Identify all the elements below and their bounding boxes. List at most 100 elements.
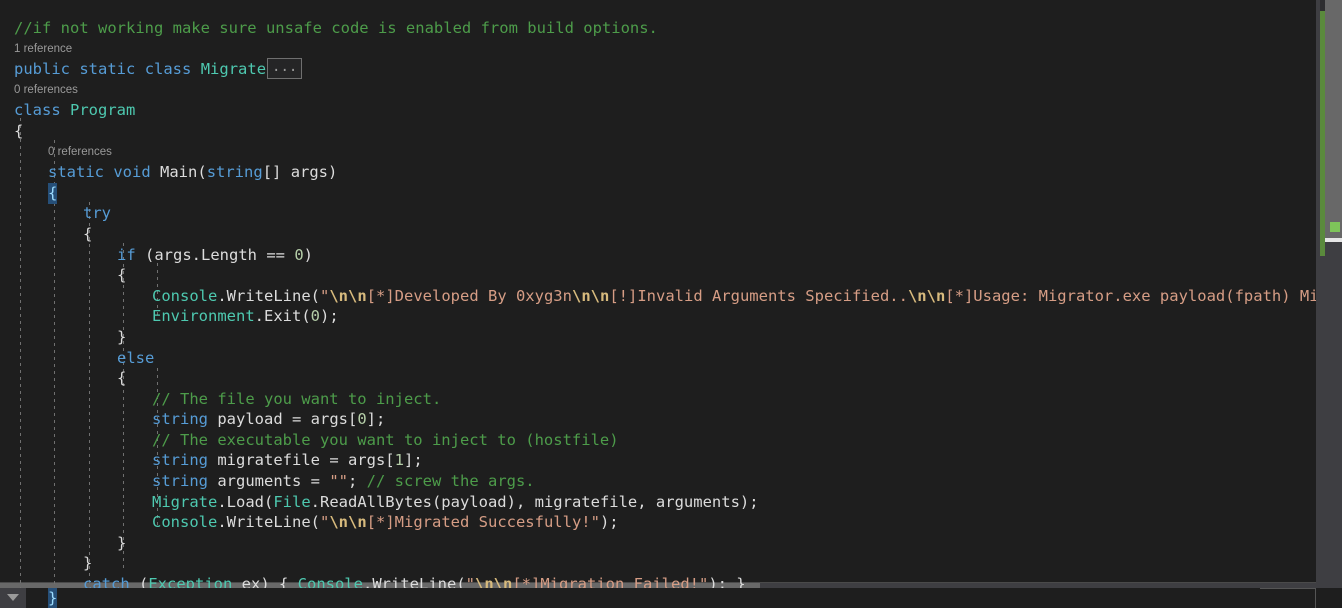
type-console: Console [152,286,218,305]
keyword-public: public [14,60,70,79]
paren-close: ) [303,245,313,264]
brace-close: } [117,327,127,346]
type-program: Program [70,101,136,120]
keyword-try: try [83,204,111,223]
keyword-class: class [144,60,192,79]
decl-migratefile: migratefile = args[ [208,451,395,470]
string-quote: " [465,575,475,588]
code-line[interactable]: } [0,533,1316,554]
code-line[interactable]: //if not working make sure unsafe code i… [0,18,1316,39]
code-comment: //if not working make sure unsafe code i… [14,19,658,37]
code-editor[interactable]: //if not working make sure unsafe code i… [0,0,1342,608]
scrollbar-marker-green[interactable] [1330,222,1340,232]
codelens-migrate[interactable]: 1 reference [0,39,1316,60]
code-line[interactable]: { [0,265,1316,286]
editor-bottom-row[interactable]: } [0,588,1316,608]
stmt-end: ]; [403,451,423,470]
member-writeline: .WriteLine( [217,286,320,305]
escape-newline: \n [493,575,513,588]
escape-newline: \n [329,513,348,532]
code-line[interactable]: Console.WriteLine("\n\n[*]Migrated Succe… [0,512,1316,533]
code-comment: // The executable you want to inject to … [152,430,619,449]
brace-open: { [117,266,127,285]
escape-newline: \n [329,286,348,305]
code-line[interactable]: string arguments = ""; // screw the args… [0,471,1316,492]
keyword-string: string [206,163,263,182]
keyword-static: static [48,163,104,182]
code-line[interactable]: static void Main(string[] args) [0,162,1316,183]
scroll-down-arrow-icon[interactable] [0,588,26,608]
code-line[interactable]: Console.WriteLine("\n\n[*]Developed By 0… [0,286,1316,307]
decl-arguments: arguments = [208,472,330,491]
vertical-scrollbar-thumb[interactable] [1325,0,1342,238]
code-line[interactable]: { [0,182,1316,204]
brace-match-close[interactable]: } [48,588,58,608]
keyword-else: else [117,348,155,367]
type-migrate: Migrate [200,60,267,79]
keyword-catch: catch [83,575,130,588]
string-part: [*]Migration Failed!" [512,575,709,588]
code-line[interactable]: { [0,368,1316,389]
codelens-label[interactable]: 1 reference [14,43,72,55]
member-writeline: .WriteLine( [217,513,320,532]
member-exit: .Exit( [254,307,311,326]
stmt-end: ); [599,513,619,532]
method-name-main: Main [160,163,198,182]
keyword-string: string [152,472,208,491]
code-line[interactable]: { [0,121,1316,142]
keyword-static: static [79,60,136,79]
codelens-label[interactable]: 0 references [14,84,78,96]
code-line[interactable]: Migrate.Load(File.ReadAllBytes(payload),… [0,492,1316,513]
code-line[interactable]: if (args.Length == 0) [0,245,1316,266]
code-line[interactable]: public static class Migrate... [0,58,1316,80]
number-zero: 0 [310,307,320,326]
keyword-if: if [117,245,136,264]
type-exception: Exception [148,575,233,588]
code-line[interactable]: else [0,348,1316,369]
type-file: File [273,492,311,511]
condition-expr: (args.Length == [135,245,295,264]
scrollbar-caret-marker [1325,238,1342,242]
code-text-area[interactable]: //if not working make sure unsafe code i… [0,0,1316,588]
call-args: .ReadAllBytes(payload), migratefile, arg… [310,492,759,511]
string-part: [*]Developed By 0xyg3n [366,286,572,305]
code-line[interactable]: // The executable you want to inject to … [0,430,1316,451]
code-line[interactable]: try [0,203,1316,224]
codelens-program[interactable]: 0 references [0,80,1316,101]
param-args: args [281,163,329,182]
vertical-scrollbar[interactable] [1316,0,1342,588]
code-line[interactable]: } [0,588,1316,608]
keyword-string: string [152,451,208,470]
string-part: [!]Invalid Arguments Specified.. [609,286,908,305]
stmt-end: ]; [366,410,386,429]
escape-newline: \n [348,513,367,532]
collapsed-region-box[interactable]: ... [267,58,303,80]
number-index: 1 [394,451,404,470]
escape-newline: \n [907,286,927,305]
escape-newline: \n [348,286,367,305]
keyword-class: class [14,101,61,120]
brace-close: } [83,554,93,573]
codelens-label[interactable]: 0 references [48,146,112,158]
code-line[interactable]: string payload = args[0]; [0,409,1316,430]
variable-ex-warning[interactable]: ex [232,575,261,588]
codelens-main[interactable]: 0 references [0,142,1316,163]
escape-newline: \n [590,286,610,305]
code-line[interactable]: Environment.Exit(0); [0,306,1316,327]
code-line[interactable]: class Program [0,100,1316,121]
code-line[interactable]: } [0,553,1316,574]
scrollbar-corner-box [1260,588,1316,608]
string-quote: " [319,286,330,305]
code-line[interactable]: string migratefile = args[1]; [0,450,1316,471]
code-line[interactable]: } [0,327,1316,348]
paren-close: ) [328,163,338,182]
catch-block-open: ) { [260,575,298,588]
brace-match-open[interactable]: { [48,182,58,204]
code-line[interactable]: catch (Exception ex) { Console.WriteLine… [0,574,1316,588]
code-line[interactable]: // The file you want to inject. [0,389,1316,410]
string-part: [*]Migrated Succesfully!" [366,513,600,532]
code-line[interactable]: { [0,224,1316,245]
escape-newline: \n [475,575,494,588]
